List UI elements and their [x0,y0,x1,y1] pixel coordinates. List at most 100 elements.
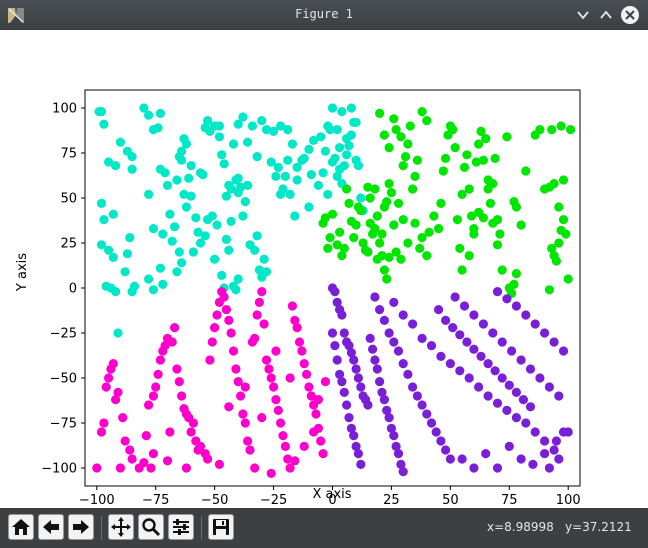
scatter-point [384,328,394,338]
forward-button[interactable] [68,514,94,540]
maximize-button[interactable] [596,5,616,25]
home-icon [12,519,30,535]
scatter-point [186,427,196,437]
scatter-point [356,193,366,203]
scatter-point [167,236,177,246]
configure-subplots-button[interactable] [168,514,194,540]
scatter-point [299,153,309,163]
scatter-point [507,346,517,356]
scatter-point [115,137,125,147]
scatter-point [389,297,399,307]
scatter-point [410,171,420,181]
scatter-point [540,328,550,338]
scatter-point [448,125,458,135]
scatter-point [231,364,241,374]
back-button[interactable] [38,514,64,540]
scatter-point [525,402,536,412]
scatter-point [318,168,328,178]
scatter-point [375,238,385,248]
scatter-point [158,229,168,239]
scatter-point [174,247,184,257]
scatter-point [245,445,255,455]
scatter-point [290,211,300,221]
scatter-point [165,427,175,437]
scatter-point [393,346,404,356]
y-tick-label: −25 [50,327,77,342]
scatter-point [389,220,399,230]
scatter-point [294,337,305,347]
scatter-point [417,333,427,343]
scatter-chart: −100 −75 −50 −25 0 25 50 75 100−100−75−50−250255… [15,89,581,508]
scatter-point [231,285,241,295]
scatter-point [238,409,248,419]
scatter-point [280,441,290,451]
scatter-point [337,310,347,320]
scatter-point [292,323,302,333]
scatter-point [144,110,154,120]
scatter-point [342,400,352,410]
scatter-point [426,341,437,351]
figure-canvas[interactable]: −100 −75 −50 −25 0 25 50 75 100 −100 −75 −50 −25 0 25 5… [0,30,648,508]
window-titlebar[interactable]: Figure 1 [0,0,648,30]
scatter-point [99,418,109,428]
scatter-point [558,215,569,225]
scatter-point [311,409,321,419]
pan-button[interactable] [108,514,134,540]
scatter-point [118,413,128,423]
scatter-point [165,209,175,219]
scatter-point [398,215,408,225]
scatter-point [212,220,222,230]
scatter-point [351,117,361,127]
scatter-point [99,215,109,225]
scatter-point [488,328,498,338]
scatter-point [478,319,488,329]
scatter-point [379,265,389,275]
close-button[interactable] [620,5,640,25]
minimize-button[interactable] [573,5,593,25]
scatter-point [313,395,323,405]
scatter-point [144,400,154,410]
scatter-point [280,171,290,181]
x-axis-label: X axis [312,487,351,502]
scatter-point [382,274,392,284]
scatter-point [455,366,465,376]
y-tick-label: −50 [50,372,77,387]
home-button[interactable] [8,514,34,540]
scatter-point [353,373,363,383]
scatter-point [141,431,151,441]
scatter-point [386,188,396,198]
scatter-point [120,436,130,446]
scatter-point [436,351,446,361]
scatter-point [563,274,573,284]
scatter-point [464,373,474,383]
scatter-point [441,445,451,455]
x-tick-label: 75 [501,493,518,508]
scatter-point [240,382,250,392]
toolbar-separator [201,516,202,540]
scatter-point [401,152,411,162]
zoom-button[interactable] [138,514,164,540]
scatter-point [184,173,194,183]
move-icon [111,517,131,537]
scatter-point [422,409,432,419]
scatter-point [516,454,526,464]
scatter-point [426,418,437,428]
scatter-point [495,229,505,239]
scatter-point [228,346,239,356]
scatter-point [306,170,316,180]
scatter-point [408,319,418,329]
scatter-point [365,333,375,343]
scatter-point [297,346,307,356]
scatter-point [502,294,512,304]
scatter-point [224,402,234,412]
scatter-point [111,287,121,297]
scatter-point [438,166,448,176]
save-button[interactable] [208,514,234,540]
scatter-point [203,454,213,464]
scatter-point [224,245,234,255]
scatter-point [214,121,224,131]
scatter-point [285,373,295,383]
scatter-point [344,198,354,208]
scatter-point [351,364,361,374]
scatter-point [101,281,111,291]
